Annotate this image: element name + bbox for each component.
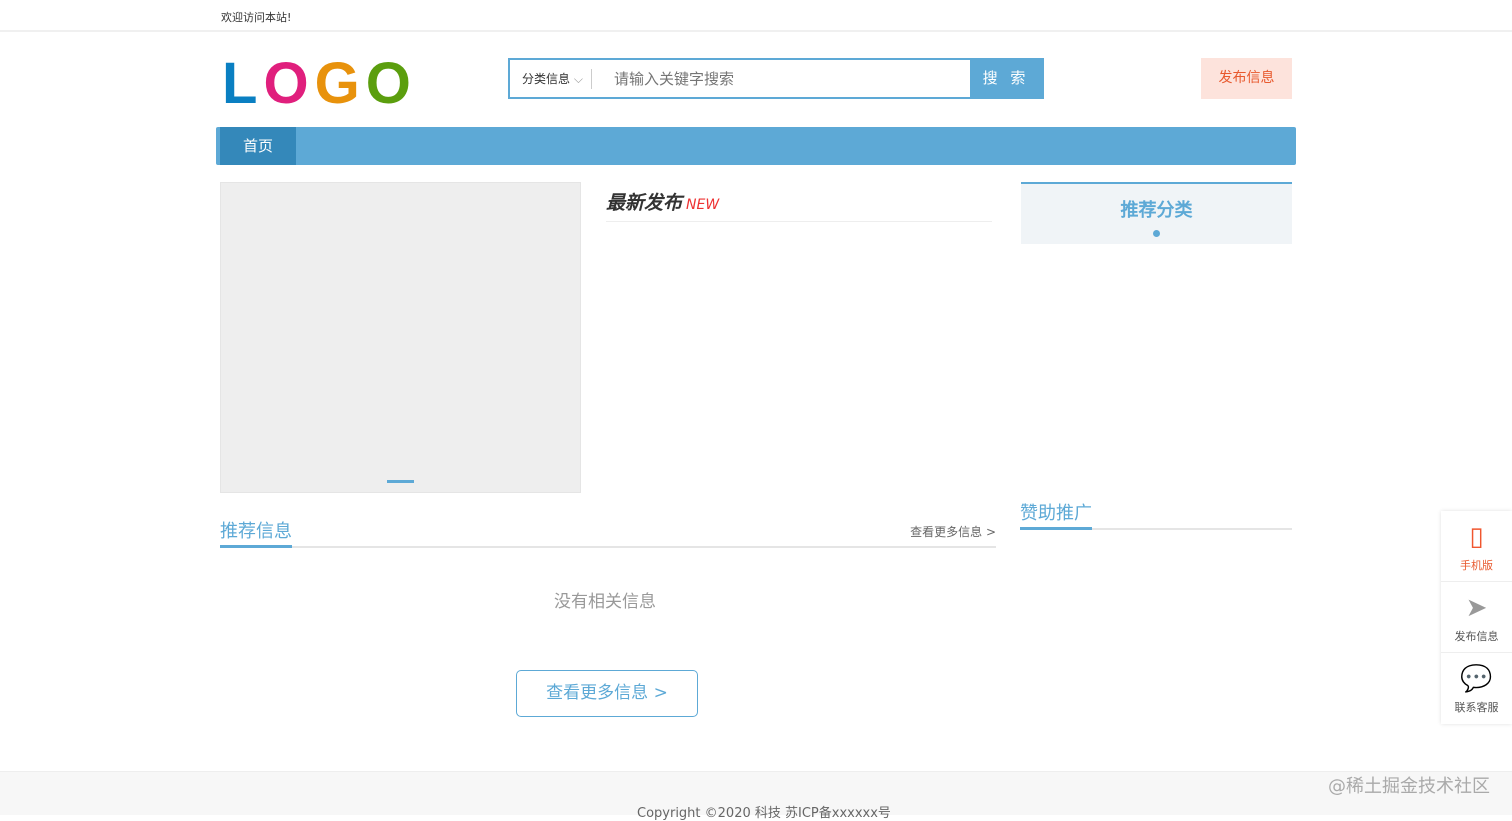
watermark: @稀土掘金技术社区	[1328, 776, 1490, 797]
recommend-category: 推荐分类	[1021, 182, 1292, 244]
recommend-header: 推荐信息 查看更多信息 >	[220, 517, 996, 548]
main-nav: 首页	[216, 127, 1296, 165]
side-toolbar: ▯ 手机版 ➤ 发布信息 💬 联系客服	[1441, 511, 1512, 724]
top-bar: 欢迎访问本站!	[0, 0, 1512, 32]
paper-plane-icon: ➤	[1465, 593, 1488, 623]
empty-message: 没有相关信息	[554, 592, 656, 612]
side-contact[interactable]: 💬 联系客服	[1441, 653, 1512, 724]
logo-letter: G	[314, 51, 366, 116]
view-more-link[interactable]: 查看更多信息 >	[910, 523, 996, 540]
search-bar: 分类信息 ⌵ 搜 索	[508, 58, 1044, 99]
post-info-button[interactable]: 发布信息	[1201, 58, 1292, 99]
search-button[interactable]: 搜 索	[970, 59, 1042, 98]
image-slider[interactable]	[220, 182, 581, 493]
recommend-category-title: 推荐分类	[1120, 200, 1193, 221]
logo[interactable]: LOGO	[222, 50, 417, 117]
search-input[interactable]	[591, 69, 970, 88]
latest-header: 最新发布 NEW	[606, 188, 992, 222]
category-dropdown[interactable]: 分类信息 ⌵	[510, 68, 592, 89]
logo-letter: L	[222, 51, 264, 116]
carousel-dot[interactable]	[1153, 230, 1160, 237]
side-post[interactable]: ➤ 发布信息	[1441, 582, 1512, 653]
recommend-title: 推荐信息	[220, 517, 292, 548]
sponsor-header: 赞助推广	[1020, 499, 1292, 530]
welcome-text: 欢迎访问本站!	[221, 11, 292, 24]
footer: @稀土掘金技术社区 Copyright ©2020 科技 苏ICP备xxxxxx…	[0, 771, 1512, 821]
logo-letter: O	[263, 51, 315, 116]
latest-title: 最新发布	[606, 192, 683, 214]
copyright: Copyright ©2020 科技 苏ICP备xxxxxx号	[637, 806, 891, 821]
side-mobile[interactable]: ▯ 手机版	[1441, 511, 1512, 582]
slider-indicator[interactable]	[387, 480, 414, 483]
mobile-icon: ▯	[1469, 522, 1484, 552]
logo-letter: O	[365, 51, 417, 116]
view-more-button[interactable]: 查看更多信息 >	[516, 670, 698, 717]
chevron-down-icon: ⌵	[573, 71, 583, 86]
wechat-icon: 💬	[1460, 664, 1493, 694]
sponsor-title: 赞助推广	[1020, 499, 1092, 530]
new-badge: NEW	[686, 197, 720, 213]
nav-home[interactable]: 首页	[220, 127, 296, 165]
